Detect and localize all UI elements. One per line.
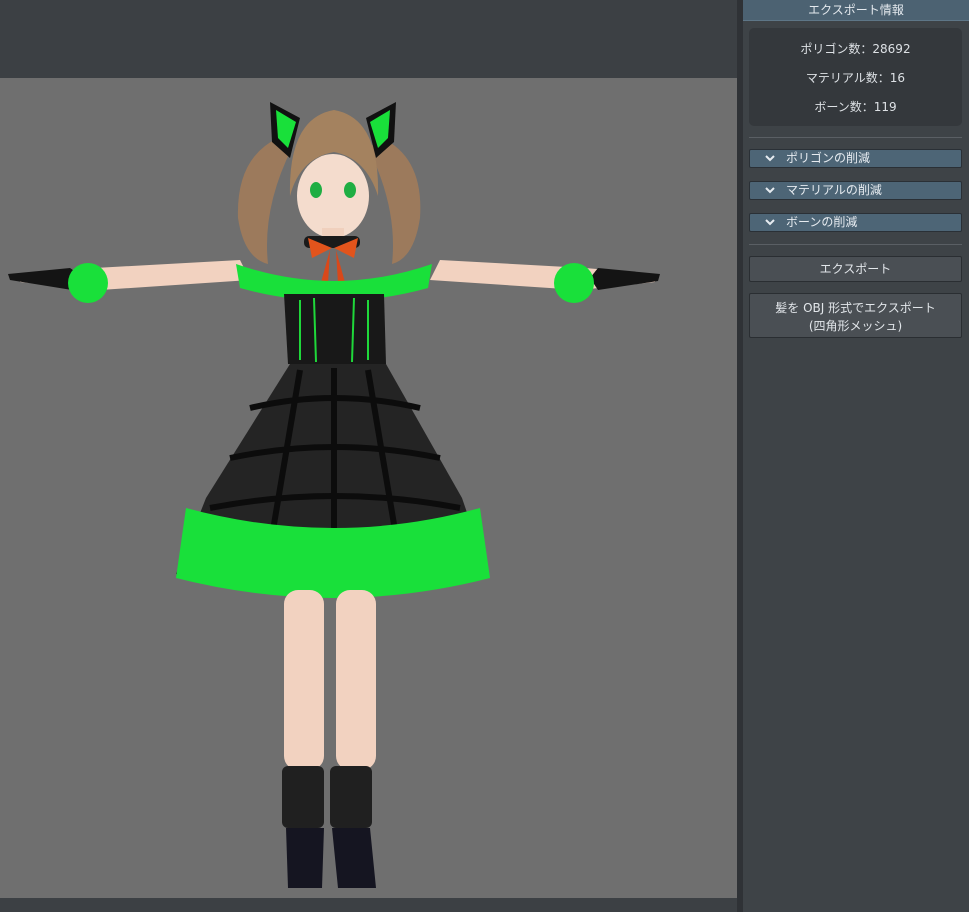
export-stats-box: ポリゴン数：28692 マテリアル数：16 ボーン数：119 bbox=[749, 28, 962, 126]
panel-title: エクスポート情報 bbox=[743, 0, 969, 21]
chevron-down-icon bbox=[765, 155, 775, 162]
export-panel: エクスポート情報 ポリゴン数：28692 マテリアル数：16 ボーン数：119 … bbox=[743, 0, 969, 912]
section-label: ポリゴンの削減 bbox=[786, 151, 871, 165]
viewport-bottom-bar bbox=[0, 898, 737, 912]
separator bbox=[749, 137, 962, 138]
material-count: マテリアル数：16 bbox=[805, 71, 906, 85]
bone-count: ボーン数：119 bbox=[814, 100, 897, 114]
section-material-reduction[interactable]: マテリアルの削減 bbox=[749, 181, 962, 200]
chevron-down-icon bbox=[765, 187, 775, 194]
viewport-top-bar bbox=[0, 0, 737, 78]
3d-viewport[interactable] bbox=[0, 78, 737, 898]
separator bbox=[749, 244, 962, 245]
section-polygon-reduction[interactable]: ポリゴンの削減 bbox=[749, 149, 962, 168]
app-window: エクスポート情報 ポリゴン数：28692 マテリアル数：16 ボーン数：119 … bbox=[0, 0, 969, 912]
chevron-down-icon bbox=[765, 219, 775, 226]
section-bone-reduction[interactable]: ボーンの削減 bbox=[749, 213, 962, 232]
export-button[interactable]: エクスポート bbox=[749, 256, 962, 282]
section-label: ボーンの削減 bbox=[786, 215, 858, 229]
export-hair-obj-button[interactable]: 髪を OBJ 形式でエクスポート (四角形メッシュ) bbox=[749, 293, 962, 338]
section-label: マテリアルの削減 bbox=[786, 183, 882, 197]
button-label-line1: 髪を OBJ 形式でエクスポート bbox=[775, 301, 936, 315]
polygon-count: ポリゴン数：28692 bbox=[800, 42, 911, 56]
button-label-line2: (四角形メッシュ) bbox=[808, 319, 903, 333]
avatar-model-render bbox=[8, 102, 660, 888]
